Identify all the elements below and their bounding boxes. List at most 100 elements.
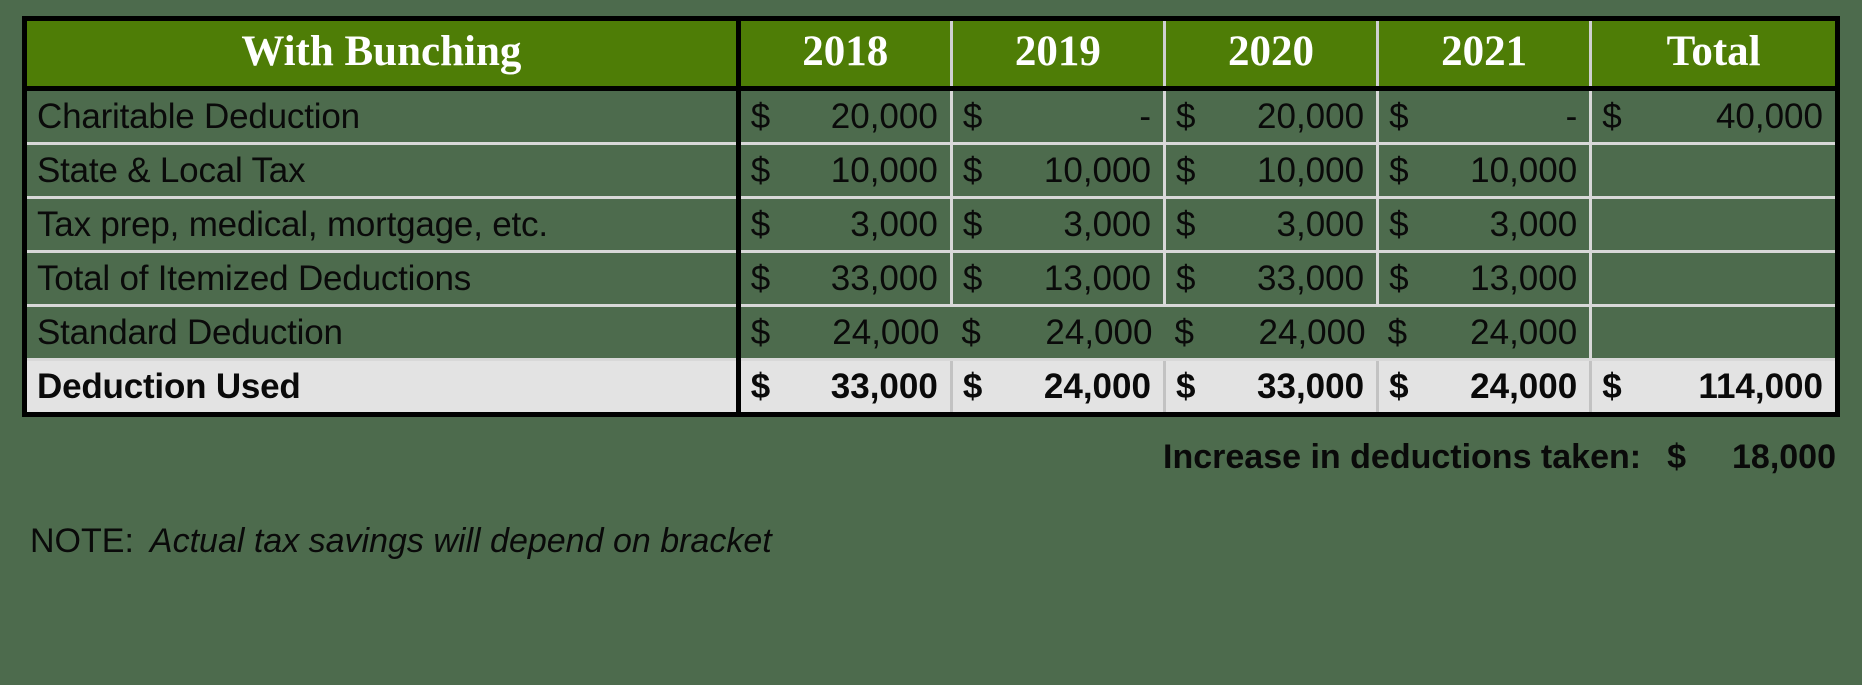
header-year-2020: 2020 xyxy=(1162,21,1378,91)
cell-total: $114,000 xyxy=(1589,358,1835,412)
amount: 33,000 xyxy=(830,259,938,298)
increase-amount: 18,000 xyxy=(1732,438,1836,476)
cell-total: $40,000 xyxy=(1589,88,1835,145)
amount: 3,000 xyxy=(1063,205,1151,244)
table-row: State & Local Tax $10,000 $10,000 $10,000 $1… xyxy=(27,143,1835,199)
currency-symbol: $ xyxy=(750,313,771,352)
currency-symbol: $ xyxy=(1175,205,1196,244)
row-label: Charitable Deduction xyxy=(27,88,741,145)
currency-symbol: $ xyxy=(962,151,983,190)
currency-symbol: $ xyxy=(1175,97,1196,136)
currency-symbol: $ xyxy=(750,205,771,244)
table-row: Charitable Deduction $20,000 $ - $20,000 $ - $4… xyxy=(27,88,1835,145)
amount: 3,000 xyxy=(1489,205,1578,244)
currency-symbol: $ xyxy=(750,151,771,190)
note-prefix: NOTE: xyxy=(30,522,134,560)
header-row: With Bunching 2018 2019 2020 2021 Total xyxy=(27,21,1835,91)
cell-2019: $3,000 xyxy=(949,197,1165,253)
currency-symbol: $ xyxy=(1175,151,1196,190)
cell-total xyxy=(1589,251,1835,307)
cell-2021: $3,000 xyxy=(1376,197,1591,253)
amount: 3,000 xyxy=(1276,205,1365,244)
cell-2020: $33,000 xyxy=(1162,358,1378,412)
row-label: Standard Deduction xyxy=(27,305,741,361)
cell-2020: $3,000 xyxy=(1162,197,1378,253)
cell-2018: $33,000 xyxy=(738,358,952,412)
amount: 13,000 xyxy=(1043,259,1151,298)
cell-2021: $24,000 xyxy=(1377,305,1591,361)
currency-symbol: $ xyxy=(961,313,981,352)
currency-symbol: $ xyxy=(1389,97,1409,136)
cell-2020: $20,000 xyxy=(1162,88,1378,145)
cell-2018: $10,000 xyxy=(738,143,952,199)
amount: 33,000 xyxy=(830,367,938,406)
header-total: Total xyxy=(1589,21,1835,91)
table-row: Tax prep, medical, mortgage, etc. $3,000 $… xyxy=(27,197,1835,253)
cell-2018: $3,000 xyxy=(738,197,952,253)
currency-symbol: $ xyxy=(962,259,983,298)
amount: 24,000 xyxy=(1470,367,1578,406)
currency-symbol: $ xyxy=(1602,367,1622,406)
header-year-2021: 2021 xyxy=(1376,21,1591,91)
currency-symbol: $ xyxy=(750,97,771,136)
cell-2019: $13,000 xyxy=(949,251,1165,307)
cell-2018: $33,000 xyxy=(738,251,952,307)
table-row: Total of Itemized Deductions $33,000 $13,0… xyxy=(27,251,1835,307)
table-body: Charitable Deduction $20,000 $ - $20,000 $ - $4… xyxy=(27,88,1835,412)
currency-symbol: $ xyxy=(1389,151,1409,190)
cell-2018: $20,000 xyxy=(738,88,952,145)
header-year-2018: 2018 xyxy=(738,21,952,91)
amount: 10,000 xyxy=(1470,151,1578,190)
amount: 33,000 xyxy=(1257,367,1365,406)
cell-2019: $24,000 xyxy=(951,305,1165,361)
cell-2018: $24,000 xyxy=(738,305,952,361)
currency-symbol: $ xyxy=(1389,205,1409,244)
increase-in-deductions-line: Increase in deductions taken: $ 18,000 xyxy=(1163,438,1836,477)
amount: 10,000 xyxy=(1257,151,1365,190)
amount: 20,000 xyxy=(1257,97,1365,136)
amount: 33,000 xyxy=(1257,259,1365,298)
bunching-table: With Bunching 2018 2019 2020 2021 Total … xyxy=(27,21,1835,412)
cell-2021: $10,000 xyxy=(1376,143,1591,199)
cell-2021: $ - xyxy=(1376,88,1591,145)
currency-symbol: $ xyxy=(1389,259,1409,298)
cell-2019: $ - xyxy=(949,88,1165,145)
amount: 10,000 xyxy=(1043,151,1151,190)
amount: 24,000 xyxy=(1043,367,1151,406)
cell-2019: $24,000 xyxy=(949,358,1165,412)
amount: 10,000 xyxy=(830,151,938,190)
increase-currency-symbol: $ xyxy=(1667,438,1686,476)
amount: 24,000 xyxy=(1258,313,1366,352)
row-label: Total of Itemized Deductions xyxy=(27,251,741,307)
amount: 24,000 xyxy=(1045,313,1153,352)
currency-symbol: $ xyxy=(1387,313,1408,352)
currency-symbol: $ xyxy=(962,97,983,136)
cell-total xyxy=(1589,305,1835,361)
amount: 24,000 xyxy=(832,313,940,352)
cell-2020: $33,000 xyxy=(1162,251,1378,307)
cell-total xyxy=(1589,143,1835,199)
amount: - xyxy=(1139,97,1151,136)
table-row: Standard Deduction $24,000 $24,000 $24,000 $… xyxy=(27,305,1835,361)
amount: 20,000 xyxy=(830,97,938,136)
cell-2020: $10,000 xyxy=(1162,143,1378,199)
currency-symbol: $ xyxy=(1175,259,1196,298)
increase-label: Increase in deductions taken: xyxy=(1163,438,1642,476)
currency-symbol: $ xyxy=(750,259,771,298)
row-label: Tax prep, medical, mortgage, etc. xyxy=(27,197,741,253)
currency-symbol: $ xyxy=(962,205,983,244)
cell-2021: $13,000 xyxy=(1376,251,1591,307)
currency-symbol: $ xyxy=(1602,97,1622,136)
header-year-2019: 2019 xyxy=(949,21,1165,91)
currency-symbol: $ xyxy=(1389,367,1409,406)
cell-2019: $10,000 xyxy=(949,143,1165,199)
currency-symbol: $ xyxy=(1175,367,1196,406)
bunching-table-container: With Bunching 2018 2019 2020 2021 Total … xyxy=(22,16,1840,417)
amount: 40,000 xyxy=(1715,97,1823,136)
cell-2020: $24,000 xyxy=(1164,305,1378,361)
amount: - xyxy=(1565,97,1578,136)
amount: 3,000 xyxy=(850,205,938,244)
row-label: State & Local Tax xyxy=(27,143,741,199)
table-header: With Bunching 2018 2019 2020 2021 Total xyxy=(27,21,1835,91)
amount: 13,000 xyxy=(1470,259,1578,298)
